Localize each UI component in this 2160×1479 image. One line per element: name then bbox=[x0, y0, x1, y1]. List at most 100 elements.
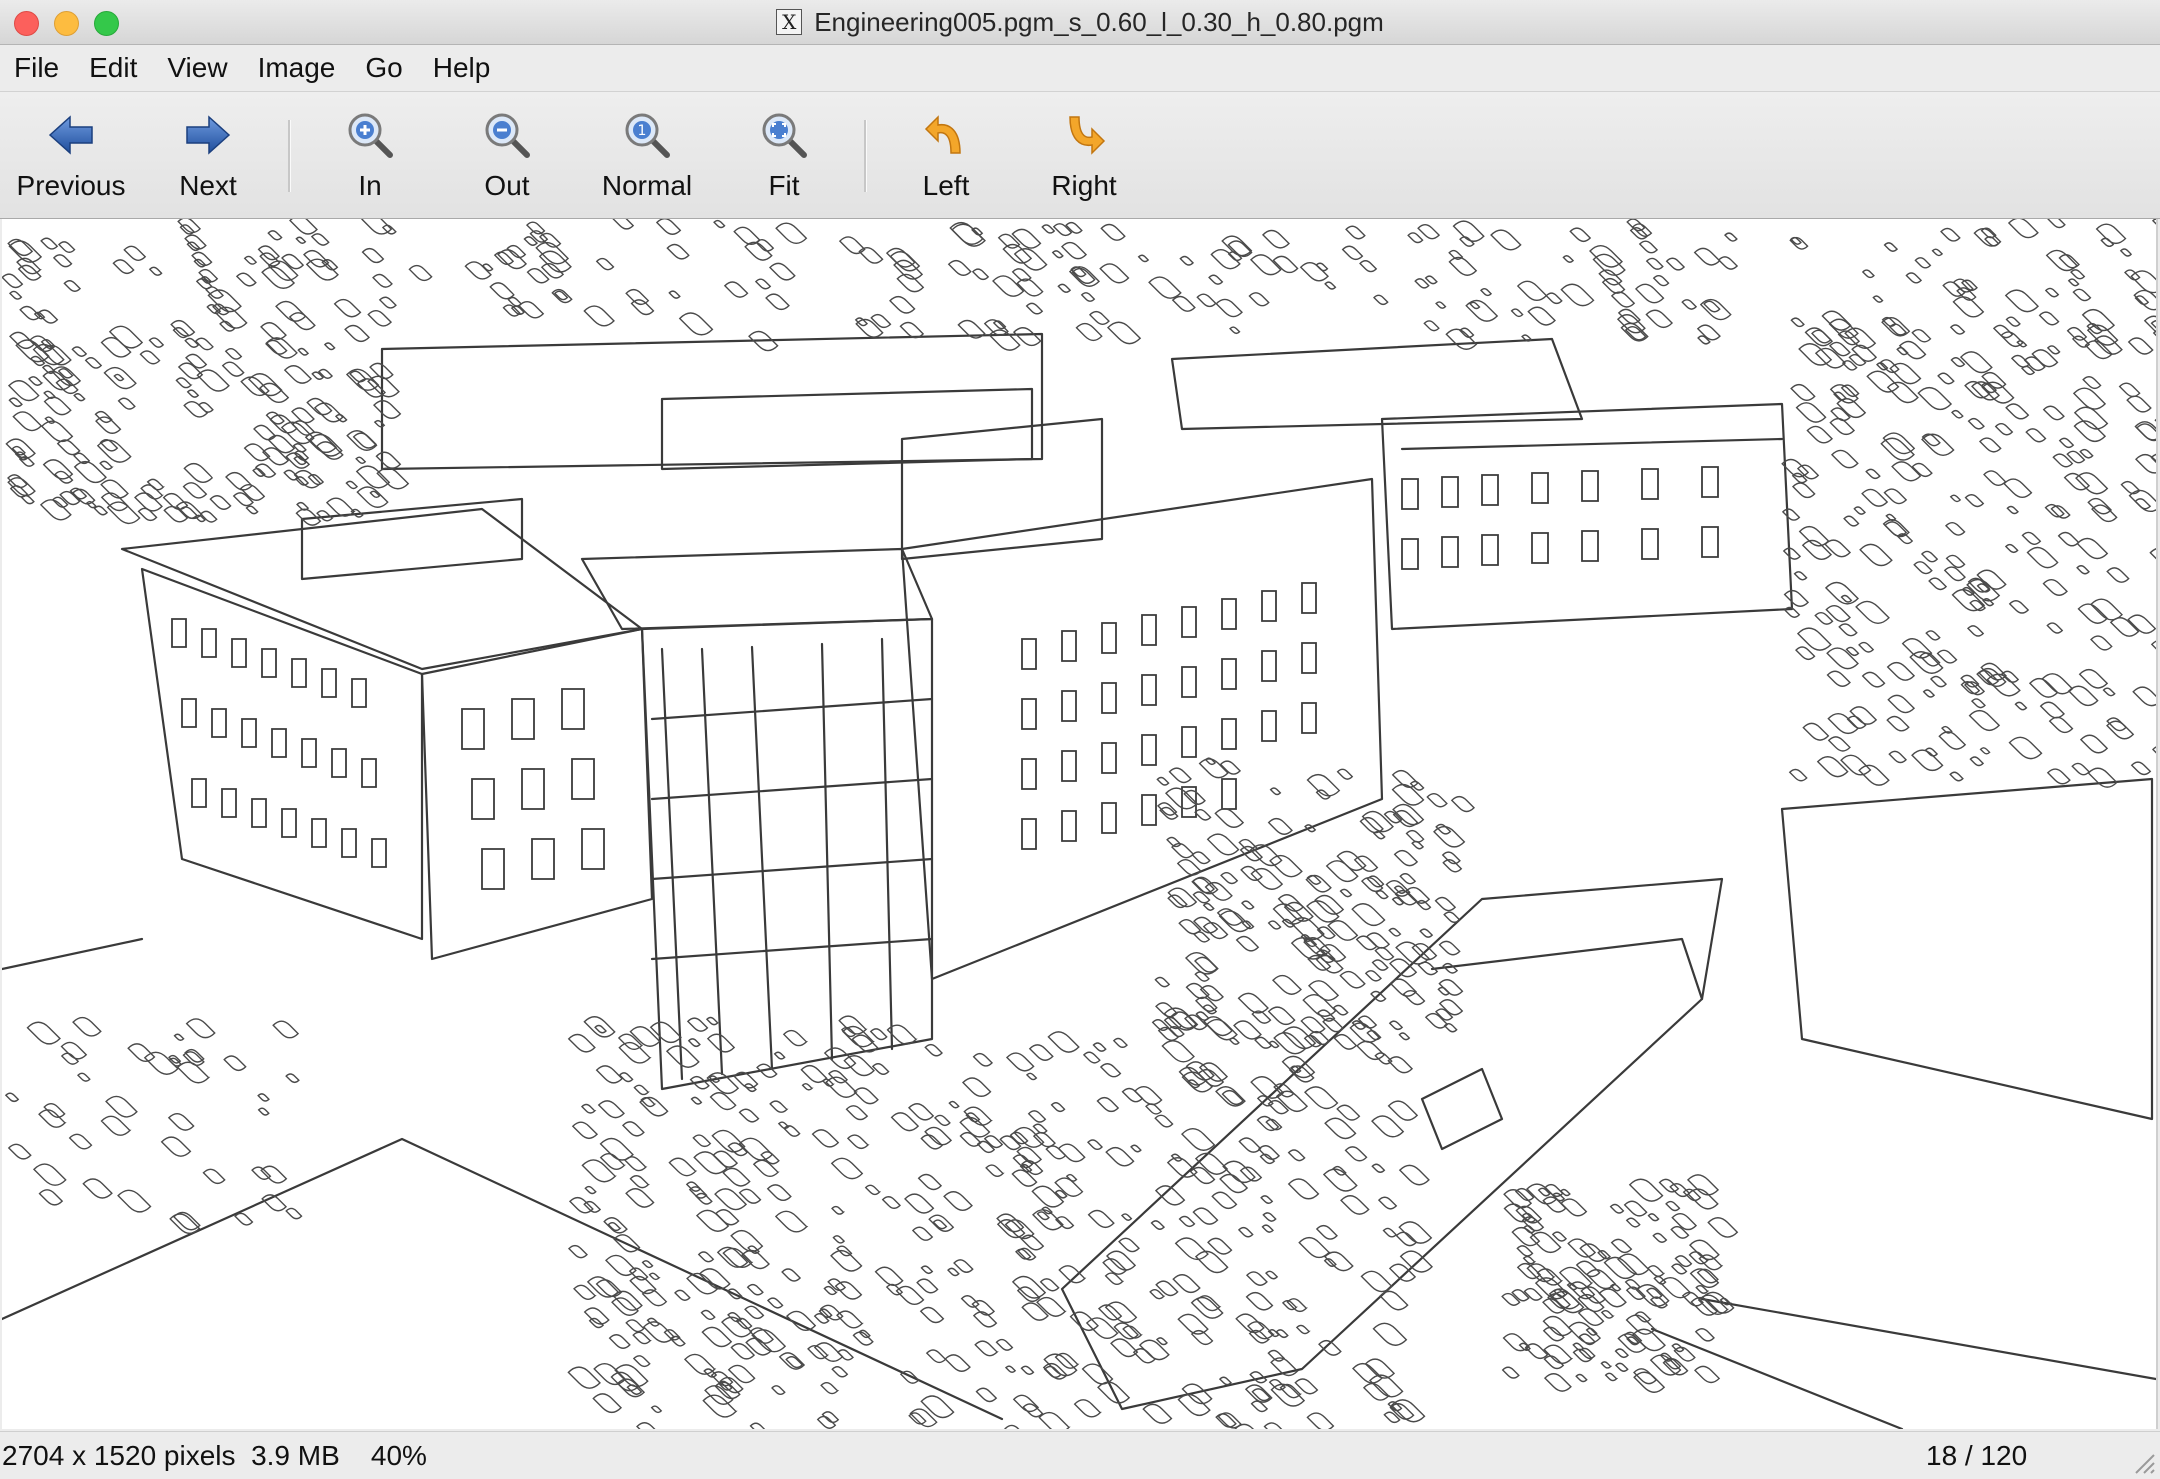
foliage-edge-mark bbox=[1339, 888, 1353, 898]
menu-help[interactable]: Help bbox=[418, 45, 506, 91]
foliage-edge-mark bbox=[1945, 554, 1966, 569]
menu-edit[interactable]: Edit bbox=[74, 45, 152, 91]
foliage-edge-mark bbox=[1943, 566, 1966, 582]
foliage-edge-mark bbox=[1696, 324, 1721, 341]
menu-file[interactable]: File bbox=[0, 45, 74, 91]
foliage-edge-mark bbox=[1356, 1040, 1385, 1061]
foliage-edge-mark bbox=[148, 266, 163, 276]
foliage-edge-mark bbox=[636, 1422, 656, 1429]
foliage-edge-mark bbox=[1992, 324, 2014, 339]
zoom-out-button[interactable]: Out bbox=[467, 92, 547, 218]
foliage-edge-mark bbox=[934, 1114, 951, 1127]
foliage-edge-mark bbox=[1788, 768, 1808, 782]
foliage-edge-mark bbox=[1514, 1187, 1535, 1202]
foliage-edge-mark bbox=[2086, 324, 2119, 346]
foliage-edge-mark bbox=[1194, 1152, 1229, 1175]
foliage-edge-mark bbox=[1652, 1232, 1668, 1243]
foliage-edge-mark bbox=[701, 1326, 733, 1348]
resize-grip-icon[interactable] bbox=[2130, 1449, 2156, 1475]
foliage-edge-mark bbox=[1385, 879, 1411, 897]
menu-image[interactable]: Image bbox=[243, 45, 351, 91]
foliage-edge-mark bbox=[1861, 671, 1886, 688]
foliage-edge-mark bbox=[1914, 257, 1932, 269]
foliage-edge-mark bbox=[1407, 232, 1424, 244]
foliage-edge-mark bbox=[2100, 237, 2115, 248]
foliage-edge-mark bbox=[1174, 1237, 1209, 1261]
image-canvas[interactable] bbox=[2, 219, 2158, 1429]
rotate-right-button[interactable]: Right bbox=[1034, 92, 1134, 218]
foliage-edge-mark bbox=[63, 280, 82, 292]
foliage-edge-mark bbox=[1395, 941, 1430, 965]
foliage-edge-mark bbox=[678, 312, 714, 336]
foliage-edge-mark bbox=[2006, 505, 2019, 515]
foliage-edge-mark bbox=[885, 1283, 904, 1296]
foliage-edge-mark bbox=[375, 451, 402, 469]
zoom-fit-icon bbox=[760, 106, 808, 164]
foliage-edge-mark bbox=[112, 259, 135, 275]
foliage-edge-mark bbox=[738, 1137, 774, 1161]
foliage-edge-mark bbox=[1411, 840, 1425, 850]
foliage-edge-mark bbox=[2005, 403, 2030, 420]
foliage-edge-mark bbox=[2067, 685, 2099, 707]
foliage-edge-mark bbox=[1339, 970, 1366, 989]
foliage-edge-mark bbox=[1167, 887, 1197, 908]
foliage-edge-mark bbox=[373, 400, 402, 419]
foliage-edge-mark bbox=[1798, 525, 1830, 547]
foliage-edge-mark bbox=[1638, 240, 1659, 254]
foliage-edge-mark bbox=[1371, 1163, 1386, 1173]
foliage-edge-mark bbox=[1966, 625, 1985, 637]
previous-button[interactable]: Previous bbox=[10, 92, 132, 218]
foliage-edge-mark bbox=[1969, 756, 1985, 767]
foliage-edge-mark bbox=[1435, 301, 1447, 309]
zoom-normal-button[interactable]: 1 Normal bbox=[590, 92, 704, 218]
foliage-edge-mark bbox=[1333, 1033, 1358, 1050]
foliage-edge-mark bbox=[1032, 1123, 1048, 1134]
foliage-edge-mark bbox=[1086, 1139, 1104, 1151]
foliage-edge-mark bbox=[1192, 1207, 1219, 1225]
foliage-edge-mark bbox=[1387, 1100, 1419, 1121]
foliage-edge-mark bbox=[1240, 900, 1256, 910]
rotate-left-button[interactable]: Left bbox=[906, 92, 986, 218]
foliage-edge-mark bbox=[1178, 1215, 1196, 1228]
foliage-edge-mark bbox=[2120, 480, 2141, 495]
foliage-edge-mark bbox=[1388, 1020, 1404, 1031]
menu-go[interactable]: Go bbox=[350, 45, 417, 91]
foliage-edge-mark bbox=[871, 1063, 890, 1075]
foliage-edge-mark bbox=[733, 226, 761, 246]
foliage-edge-mark bbox=[1267, 817, 1293, 835]
foliage-edge-mark bbox=[1940, 227, 1961, 242]
zoom-fit-button[interactable]: Fit bbox=[744, 92, 824, 218]
foliage-edge-mark bbox=[1272, 255, 1299, 274]
foliage-edge-mark bbox=[14, 451, 29, 461]
foliage-edge-mark bbox=[1610, 1238, 1633, 1254]
foliage-edge-mark bbox=[830, 1157, 864, 1180]
foliage-edge-mark bbox=[1419, 928, 1433, 938]
foliage-edge-mark bbox=[595, 257, 615, 271]
foliage-edge-mark bbox=[185, 1018, 216, 1039]
foliage-edge-mark bbox=[1398, 1164, 1431, 1186]
foliage-edge-mark bbox=[1364, 970, 1383, 982]
toolbar-separator bbox=[864, 120, 867, 192]
foliage-edge-mark bbox=[1314, 894, 1345, 915]
zoom-in-button[interactable]: In bbox=[330, 92, 410, 218]
foliage-edge-mark bbox=[1783, 589, 1809, 607]
foliage-edge-mark bbox=[1826, 670, 1851, 687]
foliage-edge-mark bbox=[768, 262, 796, 281]
foliage-edge-mark bbox=[1392, 803, 1425, 826]
foliage-edge-mark bbox=[1036, 1296, 1067, 1317]
foliage-edge-mark bbox=[2041, 673, 2074, 695]
foliage-edge-mark bbox=[1100, 223, 1126, 241]
menu-view[interactable]: View bbox=[152, 45, 242, 91]
foliage-edge-mark bbox=[766, 1184, 792, 1202]
title-bar[interactable]: X Engineering005.pgm_s_0.60_l_0.30_h_0.8… bbox=[0, 0, 2160, 45]
foliage-edge-mark bbox=[198, 268, 219, 283]
foliage-edge-mark bbox=[2, 273, 24, 289]
arrow-right-icon bbox=[185, 106, 231, 164]
foliage-edge-mark bbox=[1790, 317, 1806, 328]
foliage-edge-mark bbox=[1113, 1322, 1139, 1340]
next-button[interactable]: Next bbox=[158, 92, 258, 218]
foliage-edge-mark bbox=[32, 1163, 67, 1186]
foliage-edge-mark bbox=[625, 1319, 645, 1333]
foliage-edge-mark bbox=[408, 264, 433, 282]
foliage-edge-mark bbox=[607, 1221, 622, 1232]
